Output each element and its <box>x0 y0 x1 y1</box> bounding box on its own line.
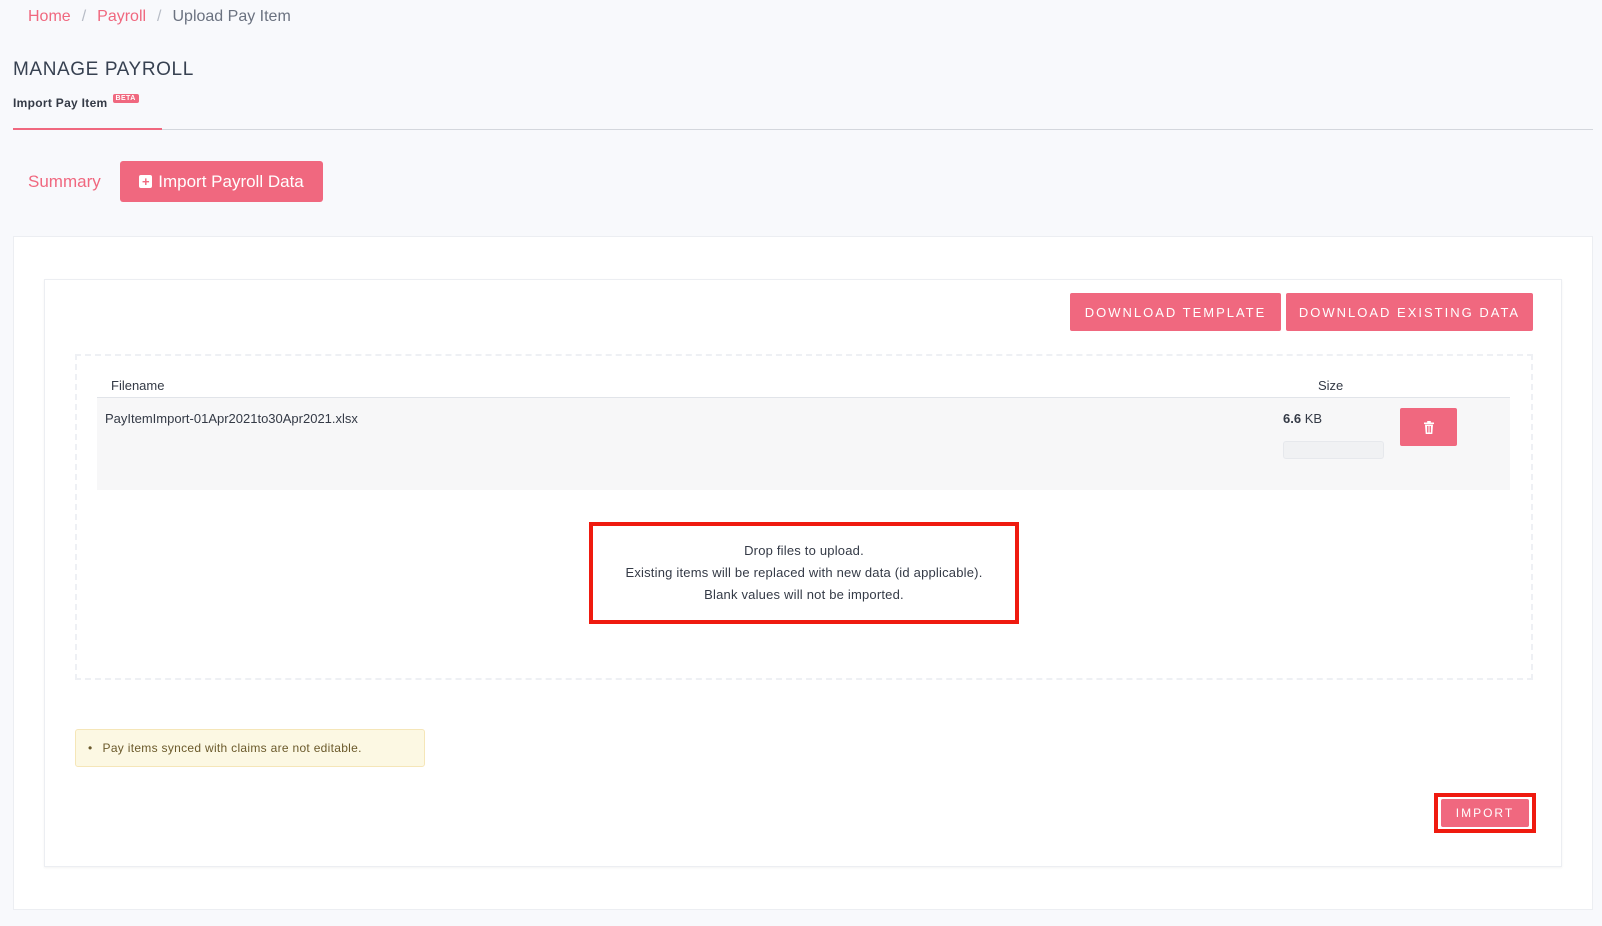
tab-import-pay-item[interactable]: Import Pay Item BETA <box>13 94 139 110</box>
upload-progress-bar <box>1283 441 1384 459</box>
breadcrumb-current: Upload Pay Item <box>172 8 291 25</box>
dropzone-line-3: Blank values will not be imported. <box>704 587 904 602</box>
filename-column-header: Filename <box>111 378 165 393</box>
summary-link[interactable]: Summary <box>28 172 101 192</box>
download-template-button[interactable]: DOWNLOAD TEMPLATE <box>1070 293 1281 331</box>
dropzone-message: Drop files to upload. Existing items wil… <box>589 522 1019 624</box>
trash-icon <box>1423 420 1434 434</box>
file-size-value: 6.6 <box>1283 411 1302 426</box>
tab-divider <box>13 129 1593 130</box>
note-bullet: • <box>88 741 93 755</box>
note-text: Pay items synced with claims are not edi… <box>102 741 362 755</box>
import-payroll-data-button[interactable]: + Import Payroll Data <box>120 161 323 202</box>
info-note: • Pay items synced with claims are not e… <box>75 729 425 767</box>
dropzone-line-1: Drop files to upload. <box>744 543 864 558</box>
file-name: PayItemImport-01Apr2021to30Apr2021.xlsx <box>105 411 358 426</box>
import-button[interactable]: IMPORT <box>1441 799 1529 827</box>
beta-badge: BETA <box>112 94 139 103</box>
active-tab-indicator <box>13 128 162 130</box>
plus-square-icon: + <box>139 175 153 188</box>
download-existing-data-button[interactable]: DOWNLOAD EXISTING DATA <box>1286 293 1533 331</box>
import-payroll-data-label: Import Payroll Data <box>158 171 304 191</box>
breadcrumb-payroll-link[interactable]: Payroll <box>97 8 146 26</box>
breadcrumb-separator: / <box>81 8 87 25</box>
dropzone-line-2: Existing items will be replaced with new… <box>625 565 983 580</box>
delete-file-button[interactable] <box>1400 408 1457 446</box>
breadcrumb-separator: / <box>157 8 162 25</box>
page-title: MANAGE PAYROLL <box>13 59 194 80</box>
file-size: 6.6 KB <box>1283 411 1322 426</box>
tab-label: Import Pay Item <box>13 96 108 110</box>
breadcrumb-home-link[interactable]: Home <box>28 8 71 26</box>
size-column-header: Size <box>1318 378 1344 393</box>
file-size-unit: KB <box>1304 411 1323 426</box>
breadcrumb: Home / Payroll / Upload Pay Item <box>28 8 291 26</box>
